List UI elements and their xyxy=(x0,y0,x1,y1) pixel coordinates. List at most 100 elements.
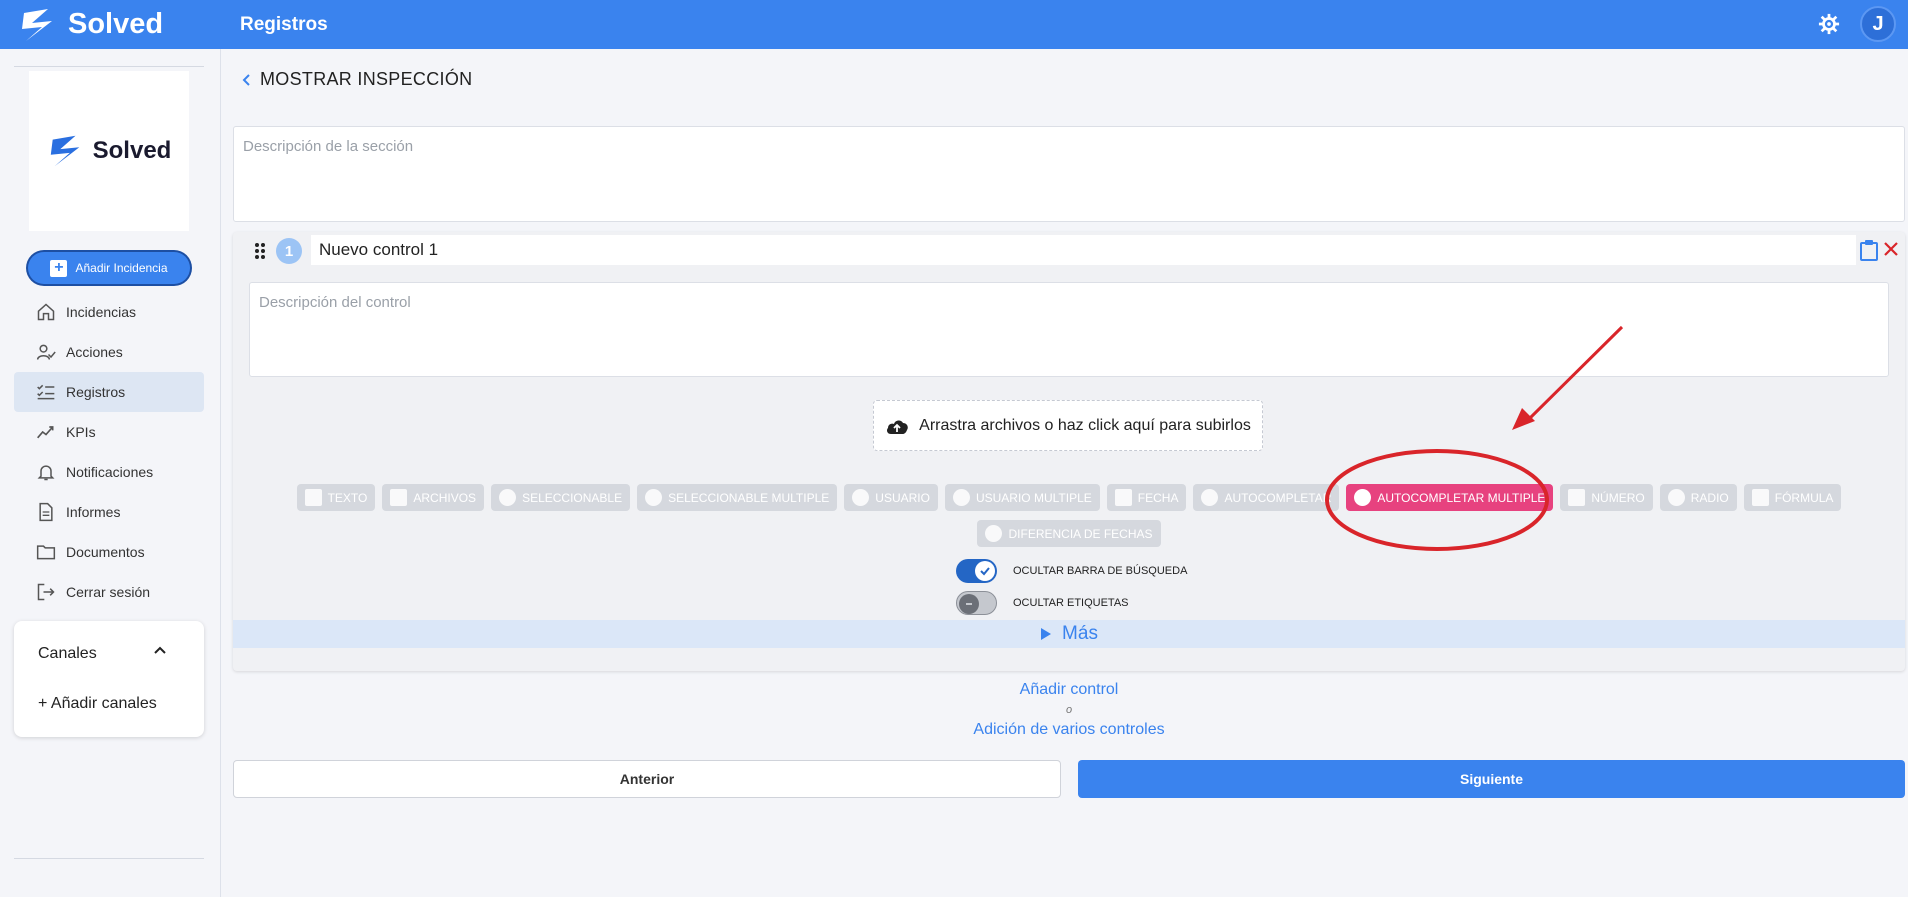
sidebar-item-label: Incidencias xyxy=(66,304,137,320)
sidebar-item-label: Notificaciones xyxy=(66,464,154,480)
check-icon xyxy=(975,561,995,581)
clock-icon xyxy=(985,525,1003,542)
chip-label: FECHA xyxy=(1137,490,1179,505)
type-chip-seleccionable[interactable]: SELECCIONABLE xyxy=(491,484,631,511)
sidebar-item-informes[interactable]: Informes xyxy=(14,492,204,532)
sidebar-item-label: Registros xyxy=(66,384,126,400)
brand-name: Solved xyxy=(68,8,164,40)
solved-logo-icon xyxy=(22,8,52,41)
more-options-toggle[interactable]: Más xyxy=(233,620,1905,648)
add-channels-link[interactable]: + Añadir canales xyxy=(38,695,157,713)
add-multiple-controls-link[interactable]: Adición de varios controles xyxy=(919,721,1219,739)
sidebar-item-label: Documentos xyxy=(66,544,145,560)
control-number-badge: 1 xyxy=(276,238,302,264)
type-chip-formula[interactable]: FÓRMULA xyxy=(1743,484,1842,511)
chevron-up-icon[interactable] xyxy=(152,643,168,659)
user-check-icon xyxy=(36,344,56,360)
logout-icon xyxy=(37,583,55,601)
type-chip-usuario[interactable]: USUARIO xyxy=(844,484,938,511)
hide-search-toggle[interactable] xyxy=(956,559,997,583)
control-title-input[interactable]: Nuevo control 1 xyxy=(311,235,1856,265)
type-chip-autocompletar[interactable]: AUTOCOMPLETAR xyxy=(1193,484,1340,511)
control-description-field[interactable]: Descripción del control xyxy=(249,282,1889,377)
folder-icon xyxy=(36,545,56,560)
type-chip-radio[interactable]: RADIO xyxy=(1659,484,1737,511)
calculator-icon xyxy=(1751,489,1769,506)
page-heading: Registros xyxy=(240,13,328,35)
sidebar-item-cerrar-sesion[interactable]: Cerrar sesión xyxy=(14,572,204,612)
back-navigation[interactable]: MOSTRAR INSPECCIÓN xyxy=(240,69,472,90)
type-chip-fecha[interactable]: FECHA xyxy=(1106,484,1187,511)
page-title: MOSTRAR INSPECCIÓN xyxy=(260,69,473,89)
close-icon[interactable] xyxy=(1883,241,1899,257)
chip-label: DIFERENCIA DE FECHAS xyxy=(1008,526,1153,541)
chip-label: AUTOCOMPLETAR xyxy=(1224,490,1332,505)
next-button[interactable]: Siguiente xyxy=(1078,760,1905,798)
chevron-left-icon xyxy=(242,73,250,86)
sidebar-nav: Incidencias Acciones Registros KPIs Noti… xyxy=(14,292,204,859)
top-bar: Solved Registros J xyxy=(0,0,1908,49)
play-icon xyxy=(1041,628,1052,640)
sidebar-item-registros[interactable]: Registros xyxy=(14,372,204,412)
toggle-label: OCULTAR BARRA DE BÚSQUEDA xyxy=(1013,565,1188,577)
dropdown-circle-icon xyxy=(645,489,663,506)
type-chip-numero[interactable]: NÚMERO xyxy=(1560,484,1653,511)
section-description-field[interactable]: Descripción de la sección xyxy=(233,126,1905,222)
toggle-label: OCULTAR ETIQUETAS xyxy=(1013,597,1129,609)
dropdown-circle-icon xyxy=(1201,489,1219,506)
previous-button[interactable]: Anterior xyxy=(233,760,1061,798)
type-chip-archivos[interactable]: ARCHIVOS xyxy=(382,484,485,511)
or-separator: o xyxy=(1065,704,1073,716)
sidebar: Solved + Añadir Incidencia Incidencias A… xyxy=(0,49,221,897)
sidebar-item-label: Cerrar sesión xyxy=(66,584,151,600)
drag-handle-icon[interactable] xyxy=(254,242,266,260)
divider xyxy=(14,66,204,67)
type-chip-seleccionable-multiple[interactable]: SELECCIONABLE MULTIPLE xyxy=(637,484,838,511)
divider xyxy=(14,858,204,859)
type-chip-texto[interactable]: TEXTO xyxy=(296,484,376,511)
add-control-link[interactable]: Añadir control xyxy=(919,681,1219,699)
sidebar-item-kpis[interactable]: KPIs xyxy=(14,412,204,452)
upload-text: Arrastra archivos o haz click aquí para … xyxy=(919,416,1251,434)
file-upload-dropzone[interactable]: Arrastra archivos o haz click aquí para … xyxy=(873,400,1263,451)
chip-label: SELECCIONABLE MULTIPLE xyxy=(668,490,830,505)
document-icon xyxy=(39,502,53,522)
avatar[interactable]: J xyxy=(1860,6,1896,42)
text-format-icon xyxy=(304,489,322,506)
trend-icon xyxy=(37,426,54,439)
add-incident-label: Añadir Incidencia xyxy=(75,261,168,275)
calendar-icon xyxy=(1114,489,1132,506)
type-chip-autocompletar-multiple[interactable]: AUTOCOMPLETAR MULTIPLE xyxy=(1346,484,1554,511)
sidebar-item-label: KPIs xyxy=(66,424,96,440)
radio-icon xyxy=(1667,489,1685,506)
sidebar-item-acciones[interactable]: Acciones xyxy=(14,332,204,372)
chip-label: SELECCIONABLE xyxy=(522,490,623,505)
add-incident-button[interactable]: + Añadir Incidencia xyxy=(28,252,190,284)
chip-label: NÚMERO xyxy=(1591,490,1645,505)
cloud-upload-icon xyxy=(887,419,908,434)
sidebar-item-documentos[interactable]: Documentos xyxy=(14,532,204,572)
bell-icon xyxy=(37,465,55,481)
solved-logo-icon xyxy=(50,135,79,167)
dropdown-circle-icon xyxy=(1354,489,1372,506)
number-box-icon xyxy=(1568,489,1586,506)
type-chip-diferencia-de-fechas[interactable]: DIFERENCIA DE FECHAS xyxy=(977,520,1161,547)
sidebar-item-notificaciones[interactable]: Notificaciones xyxy=(14,452,204,492)
sidebar-item-label: Informes xyxy=(66,504,121,520)
chip-label: USUARIO MULTIPLE xyxy=(975,490,1092,505)
channels-panel: Canales + Añadir canales xyxy=(14,621,204,737)
chip-label: TEXTO xyxy=(327,490,368,505)
people-icon xyxy=(952,489,970,506)
minus-icon xyxy=(959,594,979,614)
sidebar-item-incidencias[interactable]: Incidencias xyxy=(14,292,204,332)
hide-labels-toggle[interactable] xyxy=(956,591,997,615)
gear-icon[interactable] xyxy=(1818,13,1840,35)
company-logo: Solved xyxy=(29,71,189,231)
chip-label: FÓRMULA xyxy=(1774,490,1834,505)
type-chip-usuario-multiple[interactable]: USUARIO MULTIPLE xyxy=(944,484,1100,511)
control-type-selector: TEXTO ARCHIVOS SELECCIONABLE SELECCIONAB… xyxy=(233,484,1905,556)
brand[interactable]: Solved xyxy=(0,5,221,45)
clipboard-icon[interactable] xyxy=(1859,239,1879,261)
chip-label: RADIO xyxy=(1690,490,1729,505)
toggle-hide-labels-row: OCULTAR ETIQUETAS xyxy=(956,591,1129,615)
